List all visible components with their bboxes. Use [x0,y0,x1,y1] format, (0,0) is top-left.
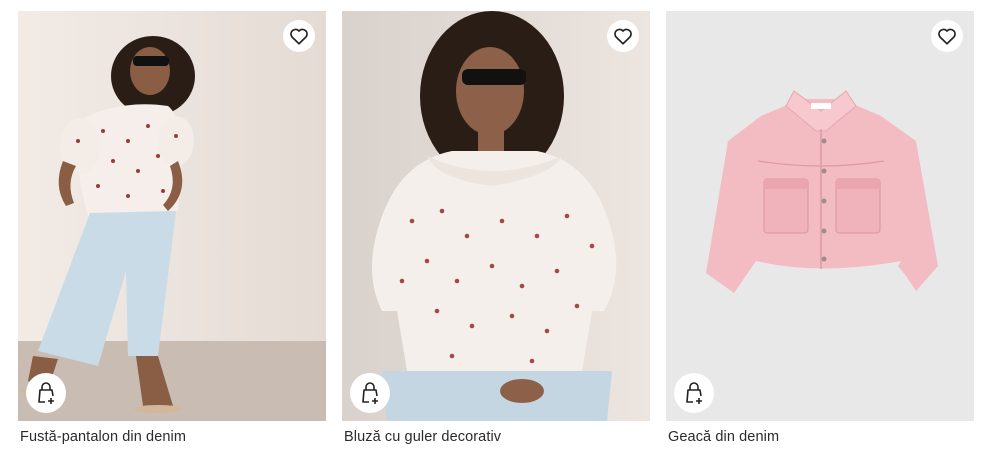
bag-plus-icon [34,381,58,405]
bag-plus-icon [682,381,706,405]
product-card[interactable]: Fustă-pantalon din denim [18,11,326,445]
product-card[interactable]: Geacă din denim [666,11,974,445]
add-to-bag-button[interactable] [350,373,390,413]
product-name[interactable]: Geacă din denim [668,429,779,445]
add-to-bag-button[interactable] [26,373,66,413]
product-name[interactable]: Fustă-pantalon din denim [20,429,186,445]
product-card[interactable]: Bluză cu guler decorativ [342,11,650,445]
add-to-bag-button[interactable] [674,373,714,413]
product-image[interactable] [666,11,974,421]
favorite-button[interactable] [283,20,315,52]
favorite-button[interactable] [607,20,639,52]
model-photo [18,11,326,421]
heart-outline-icon [613,27,633,45]
heart-outline-icon [289,27,309,45]
favorite-button[interactable] [931,20,963,52]
product-name[interactable]: Bluză cu guler decorativ [344,429,501,445]
model-photo [342,11,650,421]
product-image[interactable] [18,11,326,421]
heart-outline-icon [937,27,957,45]
product-image[interactable] [342,11,650,421]
jacket-photo [666,11,974,421]
bag-plus-icon [358,381,382,405]
